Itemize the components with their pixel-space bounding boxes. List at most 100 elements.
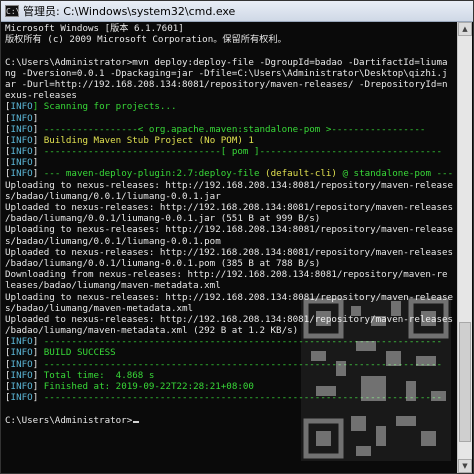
console-text: --- maven-deploy-plugin:2.7:deploy-file [43,168,266,180]
console-text: ] [32,157,44,169]
console-text: INFO [10,101,33,113]
console-text: ] [32,134,44,146]
console-line: [INFO] ---------------------------------… [5,359,457,370]
console-text: exus-releases [5,90,77,102]
console-line: [INFO] [5,157,457,168]
console-text: INFO [10,336,33,348]
console-text: ] [32,112,44,124]
console-text: (default-cli) [265,168,337,180]
console-line: /badao/liumang/maven-metadata.xml (292 B… [5,325,457,336]
console-line: [INFO] [5,113,457,124]
console-text: INFO [10,381,33,392]
console-line: Uploaded to nexus-releases: http://192.1… [5,314,457,325]
console-line: [INFO] Total time: 4.868 s [5,370,457,381]
text-cursor [133,420,140,423]
console-line: s/badao/liumang/0.0.1/liumang-0.0.1.jar [5,191,457,202]
window-title: 管理员: C:\Windows\system32\cmd.exe [23,5,236,18]
title-bar[interactable]: C:\ 管理员: C:\Windows\system32\cmd.exe [1,1,473,22]
console-text: ng -Dversion=0.0.1 -Dpackaging=jar -Dfil… [5,67,448,79]
console-line: Uploading to nexus-releases: http://192.… [5,224,457,235]
console-line: C:\Users\Administrator> [5,415,457,426]
console-text: INFO [10,392,33,404]
console-text: ----------------------------------------… [43,358,443,370]
console-text: Finished at: 2019-09-22T22:28:21+08:00 [43,381,254,392]
console-line: [INFO] Scanning for projects... [5,101,457,112]
console-text: -----------------< org.apache.maven:stan… [43,123,426,135]
console-text: /badao/liumang/maven-metadata.xml (292 B… [5,325,299,337]
console-text: Uploaded to nexus-releases: http://192.1… [5,202,454,213]
console-text: INFO [10,112,33,124]
console-text: ar -Durl=http://192.168.208.134:8081/rep… [5,78,448,90]
console-line: Uploading to nexus-releases: http://192.… [5,292,457,303]
console-text: Uploading to nexus-releases: http://192.… [5,224,454,236]
console-text: ] [32,358,44,370]
console-line: /badao/liumang/0.0.1/liumang-0.0.1.jar (… [5,213,457,224]
console-text: ] [32,336,44,348]
console-text: Total time: 4.868 s [43,369,155,381]
console-text: ] [32,347,44,359]
console-line: /badao/liumang/0.0.1/liumang-0.0.1.pom (… [5,258,457,269]
console-text: BUILD SUCCESS [43,347,116,359]
console-line: ar -Durl=http://192.168.208.134:8081/rep… [5,79,457,90]
console-text: s/badao/liumang/maven-metadata.xml [5,302,194,314]
console-text: Uploading to nexus-releases: http://192.… [5,291,454,303]
console-text: ] [32,369,44,381]
console-text: C:\Users\Administrator>mvn deploy:deploy… [5,56,448,68]
console-text: @ standalone-pom --- [336,168,454,180]
scrollbar-thumb[interactable] [459,322,471,442]
console-line: s/badao/liumang/maven-metadata.xml [5,303,457,314]
console-text: Uploaded to nexus-releases: http://192.1… [5,246,454,258]
cmd-icon: C:\ [5,5,21,17]
scroll-up-arrow-icon[interactable]: ▲ [458,22,472,36]
console-text: ] [32,146,44,158]
console-line: ng -Dversion=0.0.1 -Dpackaging=jar -Dfil… [5,68,457,79]
console-line: [INFO] -----------------< org.apache.mav… [5,124,457,135]
console-line: [INFO] BUILD SUCCESS [5,347,457,358]
console-line: 版权所有 (c) 2009 Microsoft Corporation。保留所有… [5,34,457,45]
console-text: INFO [10,369,33,381]
console-text: INFO [10,157,33,169]
console-line: Uploading to nexus-releases: http://192.… [5,180,457,191]
console-line: Downloading from nexus-releases: http://… [5,269,457,280]
console-line: leases/badao/liumang/maven-metadata.xml [5,280,457,291]
console-text: Downloading from nexus-releases: http://… [5,269,448,281]
vertical-scrollbar[interactable]: ▲ ▼ [457,22,472,473]
console-line: C:\Users\Administrator>mvn deploy:deploy… [5,57,457,68]
console-line: [INFO] Building Maven Stub Project (No P… [5,135,457,146]
console-text: INFO [10,146,33,158]
console-line: Uploaded to nexus-releases: http://192.1… [5,202,457,213]
console-output[interactable]: Microsoft Windows [版本 6.1.7601] 版权所有 (c) … [5,23,457,473]
console-text: INFO [10,134,33,146]
console-line: exus-releases [5,90,457,101]
console-text: INFO [10,168,33,180]
cmd-window: C:\ 管理员: C:\Windows\system32\cmd.exe Mic… [0,0,474,474]
console-text: s/badao/liumang/0.0.1/liumang-0.0.1.jar [5,190,221,202]
console-text: INFO [10,347,33,359]
console-line: [INFO] ---------------------------------… [5,392,457,403]
console-line: Uploaded to nexus-releases: http://192.1… [5,247,457,258]
console-text: leases/badao/liumang/maven-metadata.xml [5,280,221,292]
console-text: ----------------------------------------… [43,392,443,404]
console-text: 版权所有 (c) 2009 Microsoft Corporation。保留所有… [5,34,287,46]
console-text: ----------------------------------------… [43,336,443,348]
console-text: s/badao/liumang/0.0.1/liumang-0.0.1.pom [5,235,221,247]
console-line: s/badao/liumang/0.0.1/liumang-0.0.1.pom [5,236,457,247]
console-line: Microsoft Windows [版本 6.1.7601] [5,23,457,34]
console-text: ] [32,381,44,392]
console-text: Building Maven Stub Project (No POM) 1 [43,134,254,146]
console-line: [INFO] --------------------------------[… [5,146,457,157]
console-text: ] Scanning for projects... [32,101,177,113]
console-text: /badao/liumang/0.0.1/liumang-0.0.1.jar (… [5,213,321,225]
console-text: ] [32,123,44,135]
scroll-down-arrow-icon[interactable]: ▼ [458,459,472,473]
console-line: [INFO] --- maven-deploy-plugin:2.7:deplo… [5,168,457,179]
console-text: /badao/liumang/0.0.1/liumang-0.0.1.pom (… [5,257,321,269]
console-text: INFO [10,358,33,370]
console-text: ] [32,168,44,180]
console-text: --------------------------------[ pom ]-… [43,146,443,158]
console-text: C:\Users\Administrator> [5,414,133,426]
console-line: [INFO] Finished at: 2019-09-22T22:28:21+… [5,381,457,392]
console-line: [INFO] ---------------------------------… [5,336,457,347]
